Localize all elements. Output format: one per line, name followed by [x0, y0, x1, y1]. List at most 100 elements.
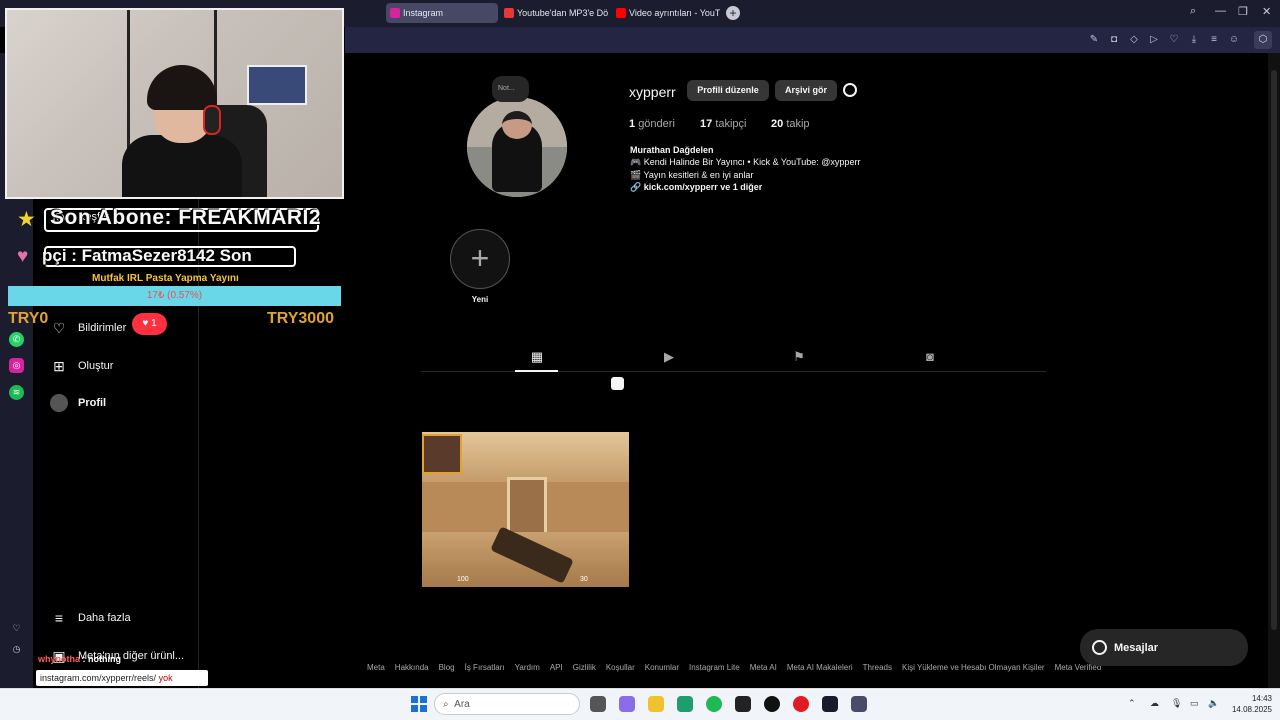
goal-max: TRY3000 — [267, 310, 334, 327]
clock-icon[interactable]: ◷ — [9, 642, 24, 657]
note-bubble[interactable]: Not... — [492, 76, 529, 102]
obs-icon[interactable] — [851, 696, 867, 712]
following-stat[interactable]: 20 takip — [771, 118, 810, 130]
active-tab-indicator — [515, 370, 558, 372]
footer-link[interactable]: Blog — [439, 663, 455, 672]
notification-badge: ♥ 1 — [132, 313, 167, 335]
nav-create[interactable]: ⊞ Oluştur — [50, 355, 113, 377]
streamer-body — [122, 135, 242, 197]
settings-gear-icon[interactable] — [843, 83, 857, 97]
windows-start-icon[interactable] — [411, 696, 427, 712]
volume-icon[interactable]: 🔈 — [1208, 698, 1219, 709]
post-hud-health: 100 — [457, 576, 469, 583]
followers-stat[interactable]: 17 takipçi — [700, 118, 747, 130]
bookmark-icon[interactable]: ⚑ — [791, 349, 807, 365]
instagram-icon[interactable]: ◎ — [9, 358, 24, 373]
footer-link[interactable]: Gizlilik — [573, 663, 596, 672]
view-archive-button[interactable]: Arşivi gör — [775, 80, 837, 101]
extension-icon[interactable]: ⬡ — [1254, 31, 1272, 49]
post-thumbnail[interactable]: 100 30 — [422, 432, 629, 587]
bio-link[interactable]: 🔗 kick.com/xypperr ve 1 diğer — [630, 182, 762, 193]
tab-label: Instagram — [403, 8, 444, 18]
bio-line: 🎬 Yayın kesitleri & en iyi anlar — [630, 170, 754, 180]
nav-more[interactable]: ≡ Daha fazla — [50, 607, 131, 629]
scrollbar-thumb[interactable] — [1271, 70, 1277, 630]
taskbar-search[interactable]: ⌕ Ara — [434, 693, 580, 715]
nav-label: Oluştur — [78, 360, 114, 372]
network-icon[interactable]: ▭ — [1190, 698, 1199, 709]
grid-icon[interactable]: ▦ — [529, 349, 545, 365]
profile-avatar[interactable] — [467, 97, 567, 197]
profile-icon[interactable]: ☺ — [1228, 34, 1240, 46]
chat-text: nothing — [88, 654, 121, 664]
windows-taskbar — [0, 688, 1280, 720]
messages-button[interactable]: Mesajlar — [1080, 629, 1248, 666]
opera-icon[interactable] — [793, 696, 809, 712]
footer-link[interactable]: Koşullar — [606, 663, 635, 672]
footer-link[interactable]: Threads — [863, 663, 892, 672]
footer-link[interactable]: Yardım — [515, 663, 540, 672]
steam-icon[interactable] — [764, 696, 780, 712]
tab-youtube-mp3[interactable]: Youtube'dan MP3'e Dönü... — [500, 3, 608, 23]
new-tab-button[interactable]: + — [726, 6, 740, 20]
file-explorer-icon[interactable] — [648, 696, 664, 712]
heart-icon[interactable]: ♡ — [9, 621, 24, 636]
link-status-bar: instagram.com/xypperr/reels/ yok — [36, 670, 208, 686]
edit-profile-button[interactable]: Profili düzenle — [687, 80, 769, 101]
footer-link[interactable]: Instagram Lite — [689, 663, 740, 672]
reels-icon[interactable]: ▶ — [661, 349, 677, 365]
notification-count: 1 — [151, 318, 157, 329]
last-subscriber: Son Abone: FREAKMARI2 — [50, 206, 322, 229]
play-icon[interactable]: ▷ — [1148, 34, 1160, 46]
star-icon: ★ — [17, 208, 36, 231]
davinci-icon[interactable] — [822, 696, 838, 712]
copilot-icon[interactable] — [619, 696, 635, 712]
edit-icon[interactable]: ✎ — [1088, 34, 1100, 46]
footer-link[interactable]: Kişi Yükleme ve Hesabı Olmayan Kişiler — [902, 663, 1045, 672]
taskbar-clock[interactable]: 14:43 14.08.2025 — [1222, 693, 1272, 715]
avatar-head — [502, 111, 532, 139]
tray-chevron-icon[interactable]: ⌃ — [1128, 698, 1136, 709]
footer-links: Meta Hakkında Blog İş Fırsatları Yardım API Gi… — [362, 663, 1122, 672]
clock-date: 14.08.2025 — [1231, 705, 1272, 714]
task-view-icon[interactable] — [590, 696, 606, 712]
shield-icon[interactable]: ◇ — [1128, 34, 1140, 46]
posts-label: gönderi — [638, 118, 675, 130]
maximize-button[interactable]: ❐ — [1238, 5, 1248, 18]
tagged-icon[interactable]: ◙ — [922, 349, 938, 365]
instagram-icon — [390, 8, 400, 18]
app-icon[interactable] — [735, 696, 751, 712]
menu-icon[interactable]: ≡ — [1208, 34, 1220, 46]
footer-link[interactable]: Meta — [367, 663, 385, 672]
nav-label: Daha fazla — [78, 612, 131, 624]
spotify-icon[interactable]: ≋ — [9, 385, 24, 400]
footer-link[interactable]: İş Fırsatları — [465, 663, 505, 672]
footer-link[interactable]: Konumlar — [645, 663, 679, 672]
minimize-button[interactable]: — — [1215, 5, 1226, 17]
tab-instagram[interactable]: Instagram — [386, 3, 498, 23]
donation-goal-text: 17₺ (0.57%) — [146, 290, 203, 301]
footer-link[interactable]: Hakkında — [395, 663, 429, 672]
close-button[interactable]: ✕ — [1262, 5, 1271, 18]
mic-icon[interactable]: 🎙 — [1171, 698, 1182, 709]
search-icon[interactable]: ⌕ — [1190, 5, 1196, 18]
footer-link[interactable]: API — [550, 663, 563, 672]
tab-video-details[interactable]: Video ayrıntıları - YouTube — [612, 3, 720, 23]
chat-user: whynotha — [38, 654, 80, 664]
cloud-icon[interactable]: ☁ — [1150, 698, 1159, 709]
nav-profile[interactable]: Profil — [50, 392, 106, 414]
whatsapp-icon[interactable]: ✆ — [9, 332, 24, 347]
heart-icon[interactable]: ♡ — [1168, 34, 1180, 46]
username: xypperr — [629, 84, 676, 100]
edge-icon[interactable] — [677, 696, 693, 712]
footer-link[interactable]: Meta AI — [750, 663, 777, 672]
footer-link[interactable]: Meta AI Makaleleri — [787, 663, 853, 672]
tab-label: Video ayrıntıları - YouTube — [629, 8, 720, 18]
new-highlight-label: Yeni — [471, 295, 489, 304]
download-icon[interactable]: ⤓ — [1188, 34, 1200, 46]
messenger-icon — [1092, 640, 1107, 655]
new-highlight-button[interactable]: + — [450, 229, 510, 289]
camera-icon[interactable]: ◘ — [1108, 34, 1120, 46]
spotify-icon[interactable] — [706, 696, 722, 712]
nav-notifications[interactable]: ♡ Bildirimler — [50, 317, 127, 339]
